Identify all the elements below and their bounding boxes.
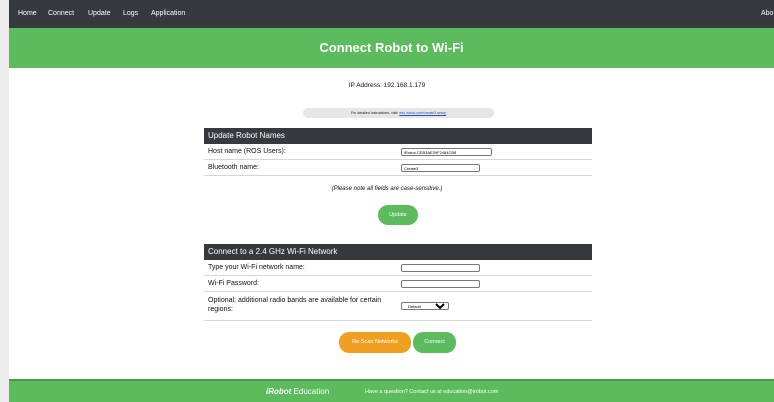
irobot-education-logo: iRobot Education — [266, 387, 329, 396]
radio-bands-row: Optional: additional radio bands are ava… — [204, 292, 592, 321]
nav-home[interactable]: Home — [18, 0, 37, 28]
top-nav: Home Connect Update Logs Application Abo — [9, 0, 774, 28]
nav-connect[interactable]: Connect — [48, 0, 74, 28]
nav-logs[interactable]: Logs — [123, 0, 138, 28]
password-input[interactable] — [401, 280, 480, 288]
footer: iRobot Education Have a question? Contac… — [9, 379, 774, 402]
irobot-wordmark: iRobot — [266, 387, 292, 396]
nav-application[interactable]: Application — [151, 0, 185, 28]
ip-address: IP Address: 192.168.1.179 — [348, 82, 426, 89]
host-name-input[interactable] — [401, 148, 492, 156]
page-banner: Connect Robot to Wi-Fi — [9, 28, 774, 68]
nav-about[interactable]: Abo — [761, 0, 773, 28]
ssid-label: Type your Wi-Fi network name: — [208, 264, 305, 271]
ssid-row: Type your Wi-Fi network name: — [204, 260, 592, 276]
radio-bands-label: Optional: additional radio bands are ava… — [208, 297, 382, 313]
ssid-input[interactable] — [401, 264, 480, 272]
instructions-text: For detailed instructions, visit: — [350, 111, 399, 115]
nav-update[interactable]: Update — [88, 0, 111, 28]
connect-button[interactable]: Connect — [413, 332, 456, 353]
password-label: Wi-Fi Password: — [208, 280, 259, 287]
radio-bands-select[interactable]: Default — [401, 302, 449, 310]
bluetooth-name-row: Bluetooth name: — [204, 160, 592, 176]
robot-names-table: Update Robot Names Host name (ROS Users)… — [204, 128, 592, 176]
section-header: Connect to a 2.4 GHz Wi-Fi Network — [204, 244, 592, 260]
education-wordmark: Education — [293, 387, 330, 396]
rescan-networks-button[interactable]: Re-Scan Networks — [339, 332, 411, 353]
instructions-link[interactable]: edu.irobot.com/create3-setup — [399, 111, 446, 115]
update-button[interactable]: Update — [378, 205, 418, 225]
host-name-row: Host name (ROS Users): — [204, 144, 592, 160]
bluetooth-name-input[interactable] — [401, 164, 480, 172]
footer-contact: Have a question? Contact us at education… — [365, 389, 499, 395]
instructions-note: For detailed instructions, visit: edu.ir… — [303, 108, 494, 118]
section-header: Update Robot Names — [204, 128, 592, 144]
page-title: Connect Robot to Wi-Fi — [319, 40, 464, 55]
bluetooth-name-label: Bluetooth name: — [208, 164, 259, 171]
wifi-table: Connect to a 2.4 GHz Wi-Fi Network Type … — [204, 244, 592, 321]
case-sensitive-note: (Please note all fields are case-sensiti… — [331, 186, 443, 192]
password-row: Wi-Fi Password: — [204, 276, 592, 292]
host-name-label: Host name (ROS Users): — [208, 148, 286, 155]
